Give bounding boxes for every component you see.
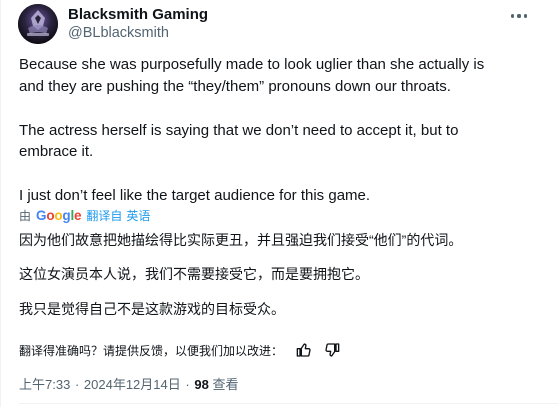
translated-text-line: 因为他们故意把她描绘得比实际更丑，并且强迫我们接受“他们”的代词。 [19,232,463,248]
translation-attribution: 由 Google 翻译自 英语 [19,207,150,224]
more-horizontal-icon [511,14,515,18]
thumbs-up-button[interactable] [295,341,313,359]
more-horizontal-icon [517,14,521,18]
post-date[interactable]: 2024年12月14日 [84,377,181,392]
post-text-line: Because she was purposefully made to loo… [19,56,485,73]
post-text-line: embrace it. [19,143,94,160]
translated-text-line: 这位女演员本人说，我们不需要接受它，而是要拥抱它。 [19,266,369,282]
post-text-line: I just don’t feel like the target audien… [19,187,371,204]
view-label: 查看 [212,377,239,392]
meta-separator: · [74,377,80,392]
avatar[interactable] [18,4,58,44]
google-logo: Google [36,208,82,223]
author-handle[interactable]: @BLblacksmith [68,25,169,41]
source-language-link[interactable]: 英语 [126,207,150,224]
feedback-prompt: 翻译得准确吗？请提供反馈，以便我们加以改进： [19,343,284,358]
translated-text-line: 我只是觉得自己不是这款游戏的目标受众。 [19,301,285,317]
tweet-card: Blacksmith Gaming @BLblacksmith Because … [0,0,558,407]
divider [19,403,558,404]
post-time[interactable]: 上午7:33 [19,377,70,392]
thumbs-down-icon [325,343,340,357]
more-horizontal-icon [523,14,527,18]
translation-by-prefix: 由 [19,209,32,223]
post-metadata: 上午7:33 · 2024年12月14日 · 98 查看 [19,374,238,393]
thumbs-down-button[interactable] [323,341,341,359]
view-count: 98 [194,377,209,392]
post-text-line: The actress herself is saying that we do… [19,122,459,139]
avatar-image [18,4,58,44]
author-name[interactable]: Blacksmith Gaming [68,6,208,23]
more-options-button[interactable] [507,6,531,26]
thumbs-up-icon [296,343,311,357]
translation-feedback: 翻译得准确吗？请提供反馈，以便我们加以改进： [19,341,341,359]
translated-from-link[interactable]: 翻译自 [86,207,122,224]
meta-separator: · [185,377,190,392]
post-text-line: and they are pushing the “they/them” pro… [19,78,451,95]
